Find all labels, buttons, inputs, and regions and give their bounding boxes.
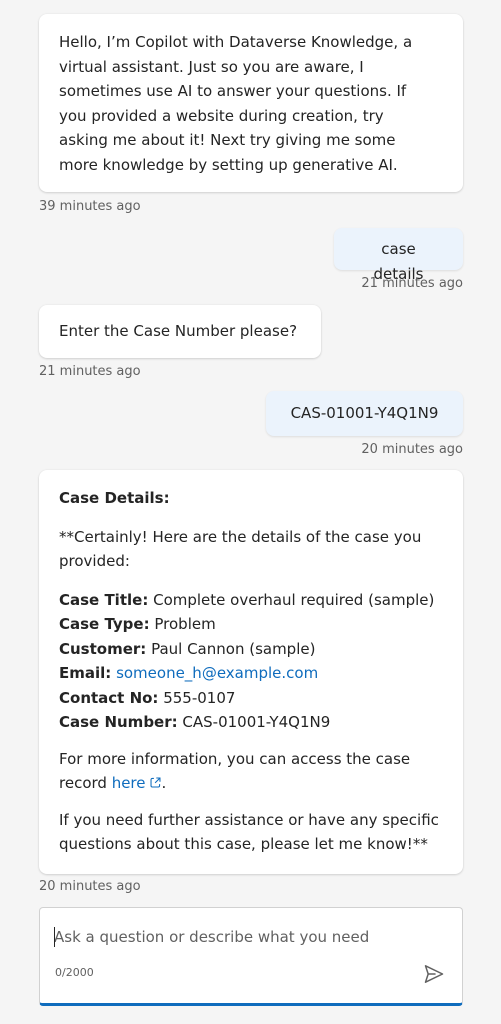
field-value: Complete overhaul required (sample)	[153, 590, 435, 609]
user-message: case details	[334, 228, 463, 283]
external-link-icon	[150, 777, 160, 788]
welcome-line: you provided a website during creation, …	[59, 106, 384, 125]
chat-composer: 0/2000	[39, 907, 463, 1006]
closing-line: If you need further assistance or have a…	[59, 810, 439, 829]
case-intro-line: **Certainly! Here are the details of the…	[59, 527, 422, 546]
email-link[interactable]: someone_h@example.com	[116, 664, 318, 682]
case-record-link[interactable]: here	[112, 774, 162, 792]
closing-line: questions about this case, please let me…	[59, 835, 428, 853]
chat-transcript: Hello, I’m Copilot with Dataverse Knowle…	[0, 0, 501, 1024]
send-icon[interactable]	[422, 962, 446, 986]
more-info-suffix: .	[161, 774, 167, 792]
field-label: Case Number:	[59, 713, 178, 731]
field-value: 555-0107	[163, 688, 236, 707]
welcome-line: sometimes use AI to answer your question…	[59, 82, 407, 100]
bot-message-prompt: Enter the Case Number please?	[39, 305, 321, 358]
message-timestamp: 39 minutes ago	[39, 199, 141, 214]
more-info-line: For more information, you can access the…	[59, 749, 411, 768]
more-info-prefix: record	[59, 774, 112, 792]
case-field-customer: Customer: Paul Cannon (sample)	[59, 637, 443, 662]
welcome-line: more knowledge by setting up generative …	[59, 155, 398, 174]
message-timestamp: 21 minutes ago	[39, 364, 141, 379]
case-field-number: Case Number: CAS-01001-Y4Q1N9	[59, 710, 443, 735]
bot-message-welcome: Hello, I’m Copilot with Dataverse Knowle…	[39, 14, 463, 192]
more-info-line-2: record here.	[59, 771, 443, 796]
case-intro-line: provided:	[59, 552, 130, 570]
field-label: Email:	[59, 664, 112, 682]
field-label: Contact No:	[59, 688, 159, 707]
user-message-text: CAS-01001-Y4Q1N9	[290, 404, 439, 422]
field-value: Paul Cannon (sample)	[151, 639, 316, 658]
field-value: CAS-01001-Y4Q1N9	[182, 713, 331, 731]
case-record-link-text: here	[111, 774, 146, 792]
message-timestamp: 20 minutes ago	[361, 442, 463, 457]
case-field-title: Case Title: Complete overhaul required (…	[59, 588, 443, 613]
bot-message-text: Enter the Case Number please?	[59, 322, 298, 340]
case-field-type: Case Type: Problem	[59, 612, 443, 637]
user-message: CAS-01001-Y4Q1N9	[266, 391, 463, 436]
welcome-line: virtual assistant. Just so you are aware…	[59, 57, 364, 76]
case-details-heading: Case Details:	[59, 489, 170, 507]
field-value: Problem	[154, 615, 216, 633]
field-label: Case Type:	[59, 615, 150, 633]
welcome-line: Hello, I’m Copilot with Dataverse Knowle…	[59, 33, 413, 51]
case-field-email: Email: someone_h@example.com	[59, 661, 443, 686]
welcome-line: asking me about it! Next try giving me s…	[59, 131, 396, 149]
case-field-contact: Contact No: 555-0107	[59, 686, 443, 711]
bot-message-case-details: Case Details: **Certainly! Here are the …	[39, 470, 463, 874]
field-label: Customer:	[59, 639, 147, 658]
text-caret	[54, 927, 55, 947]
field-label: Case Title:	[59, 590, 149, 609]
message-timestamp: 20 minutes ago	[39, 879, 141, 894]
character-counter: 0/2000	[55, 966, 94, 979]
case-field-list: Case Title: Complete overhaul required (…	[59, 588, 443, 735]
message-input[interactable]	[54, 924, 414, 950]
message-timestamp: 21 minutes ago	[361, 276, 463, 291]
